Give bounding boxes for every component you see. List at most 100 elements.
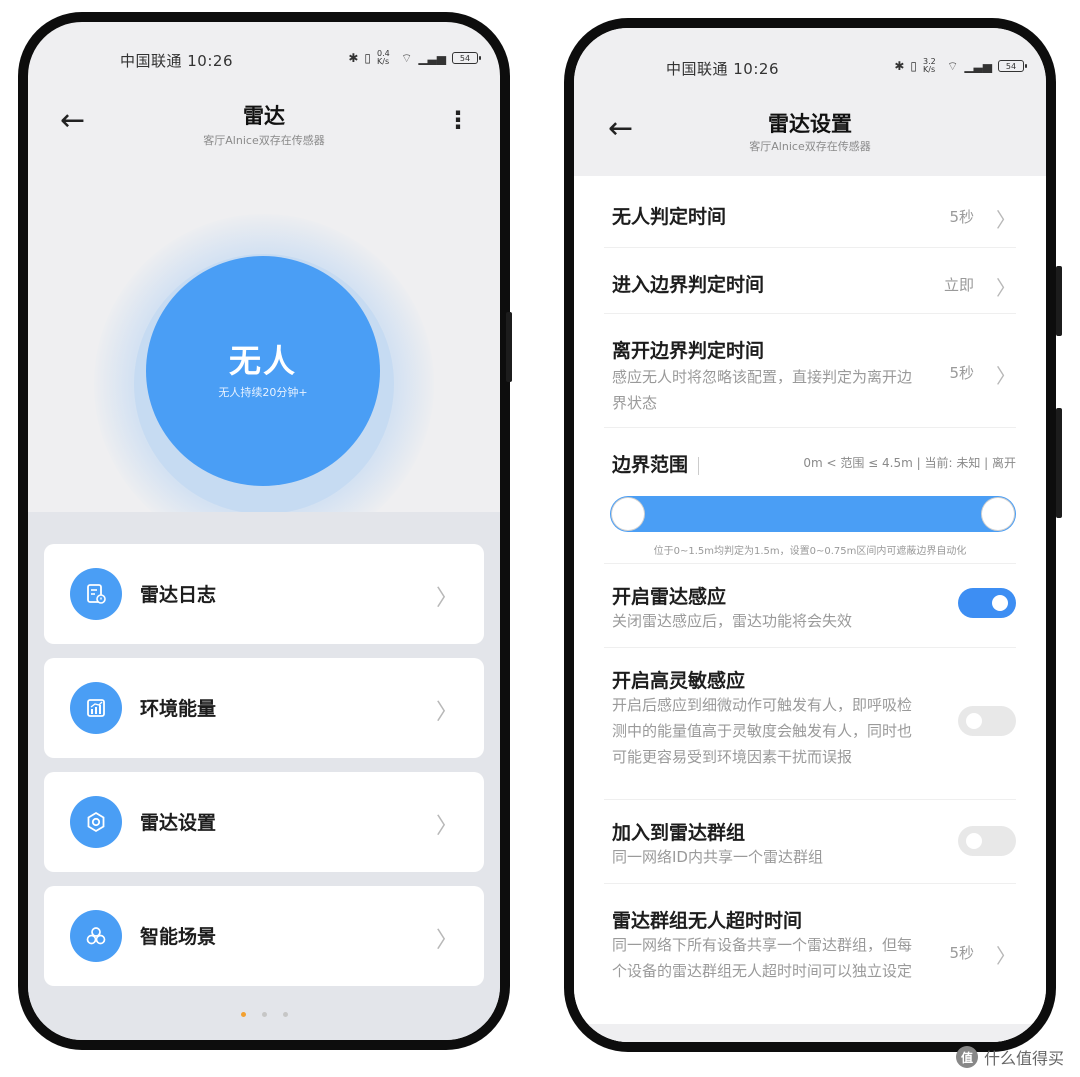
setting-title: 加入到雷达群组 — [612, 822, 746, 844]
status-bar: 中国联通 10:26 ✱ ▯ 3.2 K/s ⌔ ▁▃▅ 54 — [574, 58, 1046, 82]
range-info: 0m < 范围 ≤ 4.5m | 当前: 未知 | 离开 — [803, 456, 1016, 470]
chevron-right-icon: 〉 — [996, 208, 1016, 232]
presence-duration-text: 无人持续20分钟+ — [218, 386, 308, 399]
wifi-icon: ⌔ — [401, 50, 413, 65]
page-indicator — [28, 1002, 500, 1021]
status-icons: ✱ ▯ 3.2 K/s ⌔ ▁▃▅ 54 — [894, 57, 1027, 74]
watermark: 值 什么值得买 — [955, 1045, 1064, 1069]
bluetooth-icon: ✱ — [894, 59, 905, 73]
chevron-right-icon: 〉 — [996, 944, 1016, 968]
menu-item-environment-energy[interactable]: 环境能量 〉 — [44, 658, 484, 758]
carrier-time: 中国联通 10:26 — [120, 52, 233, 70]
border-range-slider[interactable] — [610, 496, 1016, 532]
settings-header: 中国联通 10:26 ✱ ▯ 3.2 K/s ⌔ ▁▃▅ 54 ← 雷达设置 客… — [574, 28, 1046, 176]
presence-status-text: 无人 — [228, 342, 297, 380]
toggle-knob — [992, 595, 1008, 611]
list-footer — [574, 1024, 1046, 1042]
toggle-knob — [966, 833, 982, 849]
page-subtitle: 客厅Alnice双存在传感器 — [203, 134, 325, 147]
net-speed: 0.4 K/s — [377, 49, 390, 66]
setting-radar-sense: 开启雷达感应 关闭雷达感应后，雷达功能将会失效 — [604, 564, 1016, 648]
page-dot[interactable] — [240, 1012, 246, 1017]
radar-settings-screen: 中国联通 10:26 ✱ ▯ 3.2 K/s ⌔ ▁▃▅ 54 ← 雷达设置 客… — [574, 28, 1046, 1042]
status-icons: ✱ ▯ 0.4 K/s ⌔ ▁▃▅ 54 — [348, 49, 481, 66]
radar-sense-toggle[interactable] — [958, 588, 1016, 618]
signal-icon: ▁▃▅ — [418, 51, 446, 65]
chevron-right-icon: 〉 — [435, 586, 458, 611]
setting-description: 感应无人时将忽略该配置，直接判定为离开边界状态 — [612, 368, 913, 412]
left-phone-frame: 中国联通 10:26 ✱ ▯ 0.4 K/s ⌔ ▁▃▅ 54 ← 雷达 客厅A… — [18, 12, 512, 1050]
menu-item-radar-log[interactable]: 雷达日志 〉 — [44, 544, 484, 644]
setting-radar-group: 加入到雷达群组 同一网络ID内共享一个雷达群组 — [604, 800, 1016, 884]
status-bar: 中国联通 10:26 ✱ ▯ 0.4 K/s ⌔ ▁▃▅ 54 — [28, 50, 500, 74]
bluetooth-icon: ✱ — [348, 51, 359, 65]
log-icon — [70, 568, 122, 620]
more-options-icon[interactable]: ⋮ — [446, 108, 470, 132]
setting-title: 边界范围 — [612, 450, 700, 477]
vibrate-icon: ▯ — [910, 59, 918, 73]
setting-description: 开启后感应到细微动作可触发有人，即呼吸检测中的能量值高于灵敏度会触发有人，同时也… — [612, 696, 913, 766]
watermark-logo-icon: 值 — [955, 1046, 978, 1068]
wifi-icon: ⌔ — [947, 58, 959, 73]
vibrate-icon: ▯ — [364, 51, 372, 65]
watermark-text: 什么值得买 — [983, 1049, 1064, 1068]
menu-item-smart-scene[interactable]: 智能场景 〉 — [44, 886, 484, 986]
chevron-right-icon: 〉 — [435, 814, 458, 839]
setting-title: 开启高灵敏感应 — [612, 670, 746, 692]
settings-list: 无人判定时间 5秒 〉 进入边界判定时间 立即 〉 离开边界判定时间 感应无人时… — [574, 176, 1046, 1042]
menu-list: 雷达日志 〉 环境能量 〉 雷达设置 〉 智能场景 〉 — [28, 512, 500, 1040]
setting-no-person-time[interactable]: 无人判定时间 5秒 〉 — [604, 176, 1016, 248]
carrier-time: 中国联通 10:26 — [666, 60, 779, 78]
setting-value: 5秒 — [949, 364, 974, 382]
net-speed: 3.2 K/s — [923, 57, 936, 74]
setting-title: 雷达群组无人超时时间 — [612, 910, 803, 932]
battery-icon: 54 — [452, 52, 481, 64]
setting-value: 立即 — [943, 276, 974, 294]
title-bar: ← 雷达 客厅Alnice双存在传感器 ⋮ — [28, 98, 500, 158]
title-bar: ← 雷达设置 客厅Alnice双存在传感器 — [574, 106, 1046, 166]
chevron-right-icon: 〉 — [996, 276, 1016, 300]
menu-label: 雷达设置 — [140, 812, 217, 834]
page-title: 雷达 — [243, 104, 285, 128]
side-button — [506, 312, 512, 382]
setting-value: 5秒 — [949, 208, 974, 226]
setting-value: 5秒 — [949, 944, 974, 962]
battery-icon: 54 — [998, 60, 1027, 72]
page-dot[interactable] — [261, 1012, 267, 1017]
high-sensitivity-toggle[interactable] — [958, 706, 1016, 736]
setting-title: 开启雷达感应 — [612, 586, 727, 608]
signal-icon: ▁▃▅ — [964, 59, 992, 73]
chevron-right-icon: 〉 — [435, 700, 458, 725]
setting-title: 无人判定时间 — [612, 206, 727, 228]
presence-status-circle[interactable]: 无人 无人持续20分钟+ — [146, 256, 380, 486]
setting-border-range: 边界范围 0m < 范围 ≤ 4.5m | 当前: 未知 | 离开 位于0~1.… — [604, 428, 1016, 564]
menu-item-radar-settings[interactable]: 雷达设置 〉 — [44, 772, 484, 872]
page-title: 雷达设置 — [768, 112, 852, 136]
setting-description: 同一网络下所有设备共享一个雷达群组，但每个设备的雷达群组无人超时时间可以独立设定 — [612, 936, 913, 980]
scene-icon — [70, 910, 122, 962]
setting-description: 同一网络ID内共享一个雷达群组 — [612, 848, 823, 866]
slider-handle-max[interactable] — [982, 498, 1014, 530]
setting-title: 进入边界判定时间 — [612, 274, 765, 296]
setting-leave-border-time[interactable]: 离开边界判定时间 感应无人时将忽略该配置，直接判定为离开边界状态 5秒 〉 — [604, 314, 1016, 428]
setting-description: 关闭雷达感应后，雷达功能将会失效 — [612, 612, 853, 630]
side-button — [1056, 266, 1062, 336]
title-divider — [698, 456, 700, 475]
menu-label: 环境能量 — [140, 698, 217, 720]
setting-group-timeout[interactable]: 雷达群组无人超时时间 同一网络下所有设备共享一个雷达群组，但每个设备的雷达群组无… — [604, 884, 1016, 1024]
page-subtitle: 客厅Alnice双存在传感器 — [749, 140, 871, 153]
right-phone-frame: 中国联通 10:26 ✱ ▯ 3.2 K/s ⌔ ▁▃▅ 54 ← 雷达设置 客… — [564, 18, 1062, 1052]
page-dot[interactable] — [282, 1012, 288, 1017]
chevron-right-icon: 〉 — [996, 364, 1016, 388]
setting-enter-border-time[interactable]: 进入边界判定时间 立即 〉 — [604, 248, 1016, 314]
side-button — [1056, 408, 1062, 518]
radar-group-toggle[interactable] — [958, 826, 1016, 856]
menu-label: 雷达日志 — [140, 584, 217, 606]
gear-icon — [70, 796, 122, 848]
menu-label: 智能场景 — [140, 926, 217, 948]
toggle-knob — [966, 713, 982, 729]
chart-icon — [70, 682, 122, 734]
slider-handle-min[interactable] — [612, 498, 644, 530]
radar-main-screen: 中国联通 10:26 ✱ ▯ 0.4 K/s ⌔ ▁▃▅ 54 ← 雷达 客厅A… — [28, 22, 500, 1040]
setting-high-sensitivity: 开启高灵敏感应 开启后感应到细微动作可触发有人，即呼吸检测中的能量值高于灵敏度会… — [604, 648, 1016, 800]
